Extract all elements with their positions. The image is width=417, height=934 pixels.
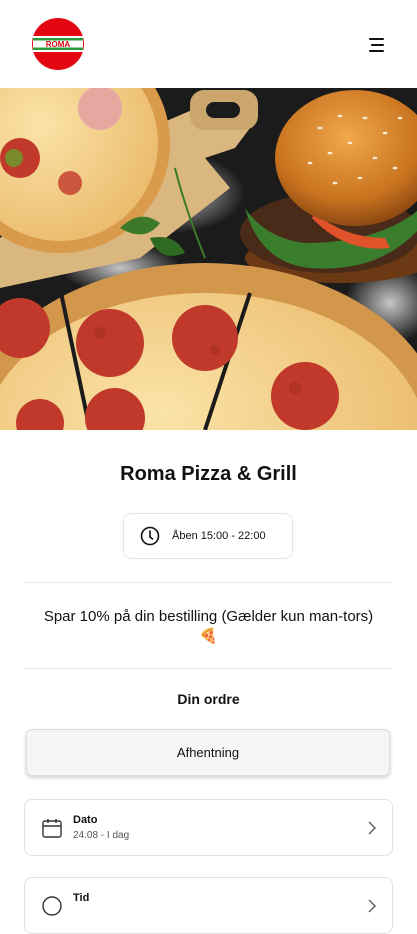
- hero-food-image: [0, 88, 417, 430]
- divider: [24, 582, 393, 583]
- roma-logo[interactable]: ROMA: [31, 17, 85, 71]
- clock-icon: [140, 526, 160, 546]
- hamburger-menu-icon[interactable]: [364, 34, 390, 56]
- opening-hours-badge: Åben 15:00 - 22:00: [123, 513, 293, 559]
- chevron-right-icon: [368, 899, 377, 913]
- logo-text: ROMA: [46, 40, 71, 49]
- promo-banner: Spar 10% på din bestilling (Gælder kun m…: [0, 607, 417, 647]
- restaurant-name: Roma Pizza & Grill: [120, 463, 297, 485]
- time-label: Tid: [73, 892, 90, 904]
- date-value: 24.08 - I dag: [73, 830, 130, 841]
- order-section-title: Din ordre: [177, 691, 240, 707]
- time-selector[interactable]: Tid: [24, 877, 393, 934]
- date-selector[interactable]: Dato 24.08 - I dag: [24, 799, 393, 856]
- date-label: Dato: [73, 814, 98, 826]
- chevron-right-icon: [368, 821, 377, 835]
- pickup-mode-button[interactable]: Afhentning: [26, 729, 390, 776]
- calendar-icon: [42, 819, 62, 838]
- promo-text: Spar 10% på din bestilling (Gælder kun m…: [43, 608, 374, 625]
- divider: [24, 668, 393, 669]
- app-header: ROMA: [0, 0, 417, 88]
- pizza-icon: 🍕: [199, 628, 218, 645]
- clock-icon: [42, 896, 62, 916]
- opening-hours-text: Åben 15:00 - 22:00: [172, 530, 266, 542]
